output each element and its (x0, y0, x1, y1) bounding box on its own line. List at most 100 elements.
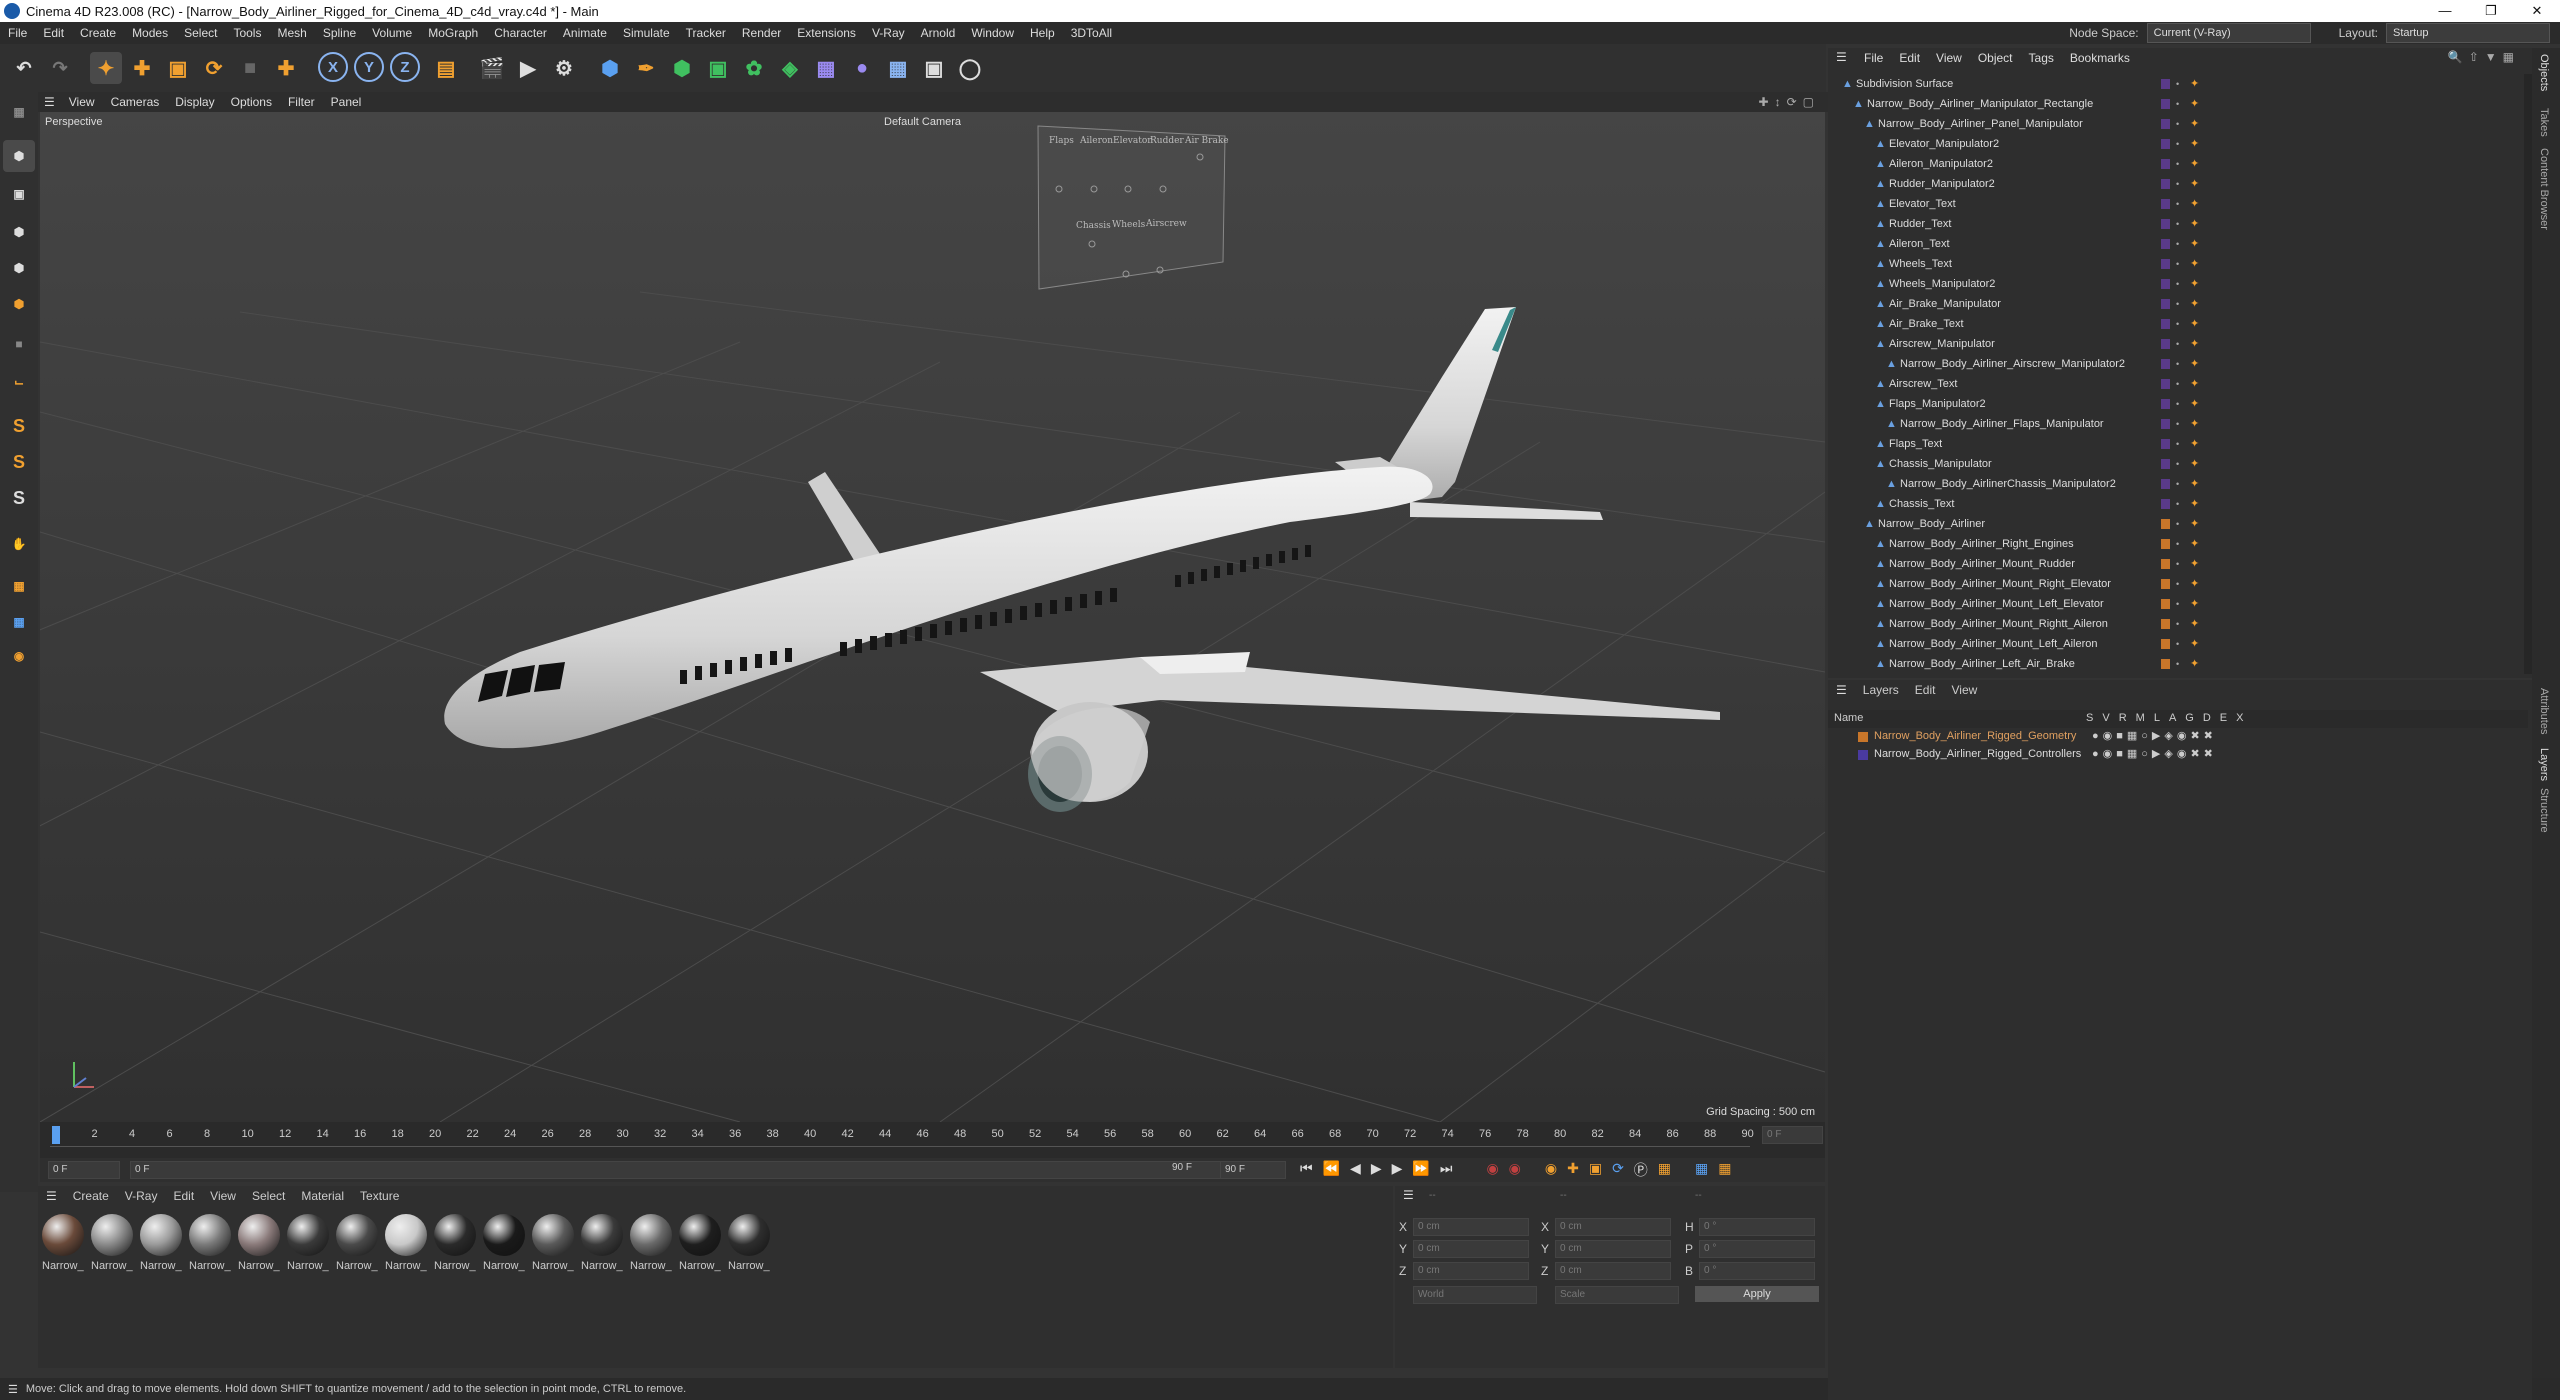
menu-vray[interactable]: V-Ray (864, 26, 913, 40)
object-row[interactable]: ▲ Narrow_Body_Airliner_Mount_Rightt_Ailer… (1828, 614, 2528, 634)
object-row[interactable]: ▲ Airscrew_Manipulator • ✦ (1828, 334, 2528, 354)
layer-color-tag[interactable] (2161, 439, 2170, 449)
key-rotation-icon[interactable]: ⟳ (1612, 1160, 1624, 1180)
visibility-dots-icon[interactable]: • (2176, 374, 2179, 394)
material-menu-material[interactable]: Material (293, 1189, 352, 1203)
material-swatch[interactable]: Narrow_ (385, 1214, 430, 1272)
pen-spline-icon[interactable]: ✒ (630, 52, 662, 84)
go-to-end-icon[interactable]: ⏭ (1440, 1160, 1453, 1180)
visibility-dots-icon[interactable]: • (2176, 94, 2179, 114)
material-menu-select[interactable]: Select (244, 1189, 293, 1203)
layer-column-header[interactable]: R (2119, 712, 2127, 724)
material-menu-texture[interactable]: Texture (352, 1189, 407, 1203)
layer-color-tag[interactable] (2161, 459, 2170, 469)
side-tab-objects[interactable]: Objects (2538, 54, 2550, 91)
layout-dropdown[interactable]: Startup (2386, 23, 2550, 43)
visibility-dots-icon[interactable]: • (2176, 494, 2179, 514)
object-name[interactable]: Elevator_Text (1889, 194, 1956, 214)
timeline-playhead[interactable] (52, 1126, 60, 1144)
workplane-icon[interactable]: ▦ (3, 570, 35, 602)
object-row[interactable]: ▲ Air_Brake_Manipulator • ✦ (1828, 294, 2528, 314)
xpresso-tag-icon[interactable]: ✦ (2190, 414, 2199, 434)
menu-spline[interactable]: Spline (315, 26, 364, 40)
viewport-menu-panel[interactable]: Panel (323, 95, 370, 109)
layer-color-tag[interactable] (2161, 659, 2170, 669)
object-name[interactable]: Narrow_Body_Airliner (1878, 514, 1985, 534)
rot-p-field[interactable]: 0 ° (1699, 1240, 1815, 1258)
object-menu-edit[interactable]: Edit (1891, 51, 1928, 65)
light-icon[interactable]: ◯ (954, 52, 986, 84)
material-swatch[interactable]: Narrow_ (483, 1214, 528, 1272)
material-swatch[interactable]: Narrow_ (581, 1214, 626, 1272)
layer-color-tag[interactable] (2161, 139, 2170, 149)
visibility-dots-icon[interactable]: • (2176, 74, 2179, 94)
object-row[interactable]: ▲ Chassis_Manipulator • ✦ (1828, 454, 2528, 474)
render-region-icon[interactable]: 🎬 (476, 52, 508, 84)
layer-color-tag[interactable] (2161, 239, 2170, 249)
menu-tracker[interactable]: Tracker (678, 26, 734, 40)
camera-icon[interactable]: ▣ (918, 52, 950, 84)
side-tab-structure[interactable]: Structure (2538, 788, 2550, 833)
size-mode-dropdown[interactable]: Scale (1555, 1286, 1679, 1304)
layer-color-tag[interactable] (2161, 119, 2170, 129)
menu-select[interactable]: Select (176, 26, 225, 40)
viewport-nav-icons[interactable]: ✚↕⟳▢ (1759, 95, 1820, 109)
xpresso-tag-icon[interactable]: ✦ (2190, 154, 2199, 174)
object-name[interactable]: Flaps_Text (1889, 434, 1942, 454)
mograph-icon[interactable]: ◈ (774, 52, 806, 84)
visibility-dots-icon[interactable]: • (2176, 554, 2179, 574)
layer-color-tag[interactable] (2161, 599, 2170, 609)
3d-viewport[interactable]: Flaps Aileron Elevator Rudder Air Brake … (40, 112, 1825, 1122)
object-row[interactable]: ▲ Wheels_Text • ✦ (1828, 254, 2528, 274)
xpresso-tag-icon[interactable]: ✦ (2190, 134, 2199, 154)
subdivision-icon[interactable]: ⬢ (666, 52, 698, 84)
polygons-mode-icon[interactable]: ⬢ (3, 288, 35, 320)
layer-color-tag[interactable] (2161, 179, 2170, 189)
visibility-dots-icon[interactable]: • (2176, 514, 2179, 534)
layer-menu-view[interactable]: View (1943, 683, 1985, 697)
go-to-start-icon[interactable]: ⏮ (1300, 1160, 1313, 1180)
layer-toggle-icons[interactable]: ●◉■▦○▶◈◉✖✖ (2092, 747, 2217, 760)
redo-icon[interactable]: ↷ (44, 52, 76, 84)
menu-window[interactable]: Window (963, 26, 1022, 40)
visibility-dots-icon[interactable]: • (2176, 174, 2179, 194)
layer-color-tag[interactable] (2161, 359, 2170, 369)
object-hamburger-icon[interactable]: ☰ (1836, 50, 1847, 64)
layer-row[interactable]: Narrow_Body_Airliner_Rigged_Geometry ●◉■… (1828, 728, 2528, 746)
last-tool-icon[interactable]: ■ (234, 52, 266, 84)
layer-color-tag[interactable] (2161, 399, 2170, 409)
layer-color-tag[interactable] (2161, 79, 2170, 89)
visibility-dots-icon[interactable]: • (2176, 574, 2179, 594)
object-menu-view[interactable]: View (1928, 51, 1970, 65)
visibility-dots-icon[interactable]: • (2176, 434, 2179, 454)
object-name[interactable]: Aileron_Text (1889, 234, 1950, 254)
object-row[interactable]: ▲ Rudder_Manipulator2 • ✦ (1828, 174, 2528, 194)
xpresso-tag-icon[interactable]: ✦ (2190, 634, 2199, 654)
pos-x-field[interactable]: 0 cm (1413, 1218, 1529, 1236)
layer-color-tag[interactable] (2161, 159, 2170, 169)
xpresso-tag-icon[interactable]: ✦ (2190, 554, 2199, 574)
visibility-dots-icon[interactable]: • (2176, 474, 2179, 494)
object-name[interactable]: Narrow_Body_Airliner_Left_Air_Brake (1889, 654, 2075, 674)
xpresso-tag-icon[interactable]: ✦ (2190, 594, 2199, 614)
visibility-dots-icon[interactable]: • (2176, 654, 2179, 674)
previous-frame-icon[interactable]: ◀ (1350, 1160, 1361, 1180)
xpresso-tag-icon[interactable]: ✦ (2190, 374, 2199, 394)
xpresso-tag-icon[interactable]: ✦ (2190, 474, 2199, 494)
record-icon[interactable]: ◉ (1486, 1160, 1498, 1180)
xpresso-tag-icon[interactable]: ✦ (2190, 454, 2199, 474)
next-frame-icon[interactable]: ▶ (1392, 1160, 1403, 1180)
layer-hamburger-icon[interactable]: ☰ (1828, 683, 1855, 697)
layer-color-tag[interactable] (2161, 619, 2170, 629)
keyframe-selection-icon[interactable]: ◉ (1545, 1160, 1557, 1180)
edges-mode-icon[interactable]: ⬢ (3, 252, 35, 284)
snap-settings-icon[interactable]: S (3, 446, 35, 478)
menu-tools[interactable]: Tools (225, 26, 269, 40)
object-row[interactable]: ▲ Narrow_Body_Airliner_Panel_Manipulator •… (1828, 114, 2528, 134)
start-frame-field[interactable]: 0 F (48, 1161, 120, 1179)
snap-icon[interactable]: S (3, 410, 35, 442)
size-y-field[interactable]: 0 cm (1555, 1240, 1671, 1258)
layer-color-tag[interactable] (2161, 319, 2170, 329)
object-name[interactable]: Narrow_Body_Airliner_Airscrew_Manipulato… (1900, 354, 2125, 374)
layer-name[interactable]: Narrow_Body_Airliner_Rigged_Controllers (1874, 748, 2081, 760)
